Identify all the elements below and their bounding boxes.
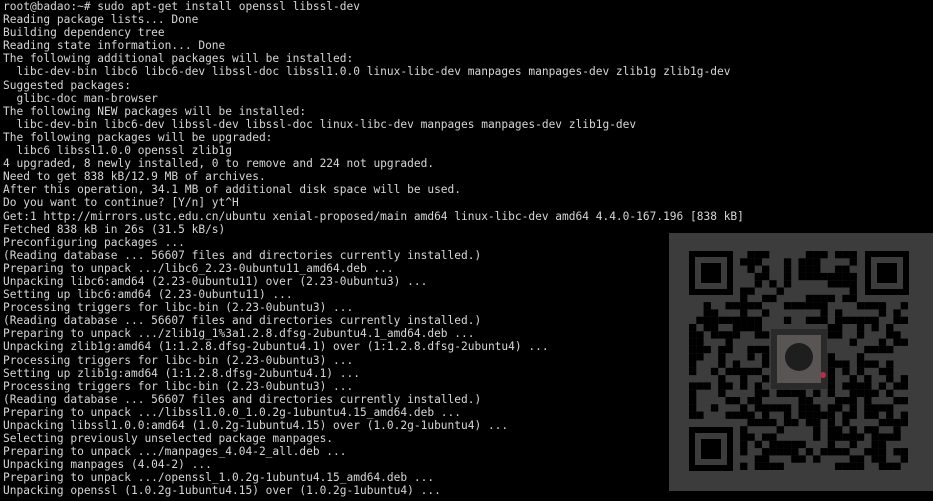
- terminal-line: libc-dev-bin libc6-dev libssl-dev libssl…: [3, 117, 637, 131]
- terminal-line: The following packages will be upgraded:: [3, 130, 273, 144]
- terminal-line: Need to get 838 kB/12.9 MB of archives.: [3, 170, 266, 184]
- terminal-line: glibc-doc man-browser: [3, 91, 158, 105]
- terminal-line: Get:1 http://mirrors.ustc.edu.cn/ubuntu …: [3, 209, 744, 223]
- terminal-line: Do you want to continue? [Y/n] yt^H: [3, 196, 239, 210]
- terminal-line: libc-dev-bin libc6 libc6-dev libssl-doc …: [3, 65, 731, 79]
- terminal-line: The following NEW packages will be insta…: [3, 104, 307, 118]
- qr-code-icon: [689, 251, 909, 471]
- terminal-line: The following additional packages will b…: [3, 52, 354, 66]
- terminal-line: Reading state information... Done: [3, 39, 226, 53]
- terminal-line: Reading package lists... Done: [3, 13, 199, 27]
- qr-code-overlay: [669, 233, 933, 491]
- terminal-line: After this operation, 34.1 MB of additio…: [3, 183, 462, 197]
- terminal-line: Building dependency tree: [3, 26, 165, 40]
- terminal-line: 4 upgraded, 8 newly installed, 0 to remo…: [3, 157, 435, 171]
- terminal-line: libc6 libssl1.0.0 openssl zlib1g: [3, 144, 233, 158]
- terminal-line: Suggested packages:: [3, 78, 131, 92]
- terminal-line: root@badao:~# sudo apt-get install opens…: [3, 0, 360, 13]
